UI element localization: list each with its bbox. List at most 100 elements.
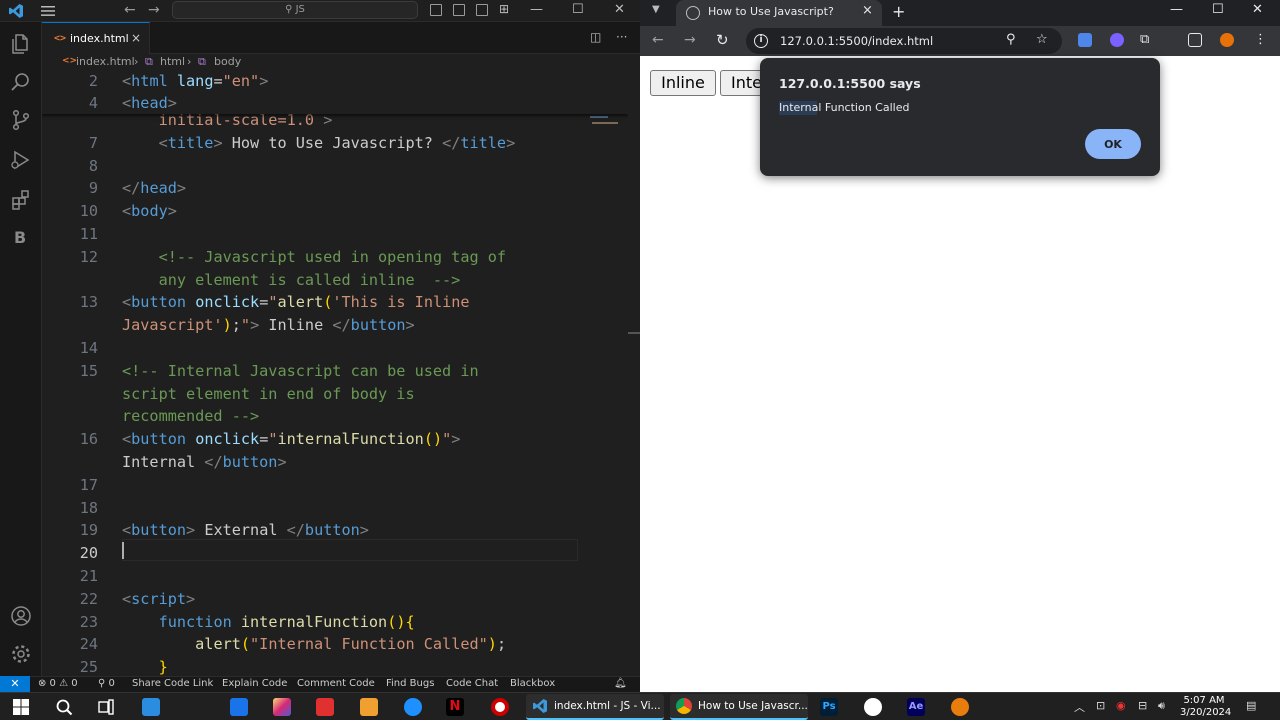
code-line[interactable]: 20 bbox=[42, 542, 628, 564]
run-debug-icon[interactable] bbox=[9, 148, 33, 172]
notification-center-icon[interactable]: ▤ bbox=[1246, 699, 1256, 712]
code-line[interactable]: script element in end of body is bbox=[42, 383, 628, 405]
photoshop-icon[interactable]: Ps bbox=[820, 698, 838, 716]
search-icon[interactable] bbox=[55, 698, 73, 716]
code-line[interactable]: 17 bbox=[42, 474, 628, 496]
unreal-engine-icon[interactable] bbox=[864, 698, 882, 716]
forward-arrow-icon[interactable]: → bbox=[148, 2, 160, 18]
extension-discord-icon[interactable] bbox=[1110, 33, 1124, 47]
pdf-reader-icon[interactable] bbox=[316, 698, 334, 716]
internal-button[interactable]: Inte bbox=[720, 70, 764, 96]
maximize-icon[interactable]: ☐ bbox=[1212, 2, 1224, 17]
new-tab-plus-icon[interactable]: + bbox=[892, 2, 905, 21]
command-center-search[interactable]: ⚲ JS bbox=[172, 1, 418, 19]
network-icon[interactable]: ⊟ bbox=[1138, 699, 1147, 712]
code-line[interactable]: Javascript');"> Inline </button> bbox=[42, 314, 628, 336]
maximize-icon[interactable]: ☐ bbox=[572, 2, 584, 17]
code-line[interactable]: 24 alert("Internal Function Called"); bbox=[42, 633, 628, 655]
customize-layout-icon[interactable]: ⊞ bbox=[499, 2, 509, 16]
chrome-menu-kebab-icon[interactable]: ⋮ bbox=[1254, 32, 1267, 47]
after-effects-icon[interactable]: Ae bbox=[907, 698, 925, 716]
settings-gear-icon[interactable] bbox=[9, 642, 33, 666]
extension-docs-icon[interactable] bbox=[1078, 33, 1092, 47]
account-icon[interactable] bbox=[9, 604, 33, 628]
xampp-icon[interactable] bbox=[360, 698, 378, 716]
taskbar-app-chrome[interactable]: How to Use Javascr... bbox=[670, 694, 808, 720]
zoom-icon[interactable]: ⚲ bbox=[1006, 32, 1016, 47]
tray-overflow-chevron-icon[interactable]: ︿ bbox=[1074, 699, 1085, 715]
blender-icon[interactable] bbox=[951, 698, 969, 716]
status-share-code-link[interactable]: Share Code Link bbox=[132, 678, 213, 689]
code-line[interactable]: 16 <button onclick="internalFunction()"> bbox=[42, 428, 628, 450]
minimize-icon[interactable]: — bbox=[1170, 2, 1183, 17]
site-info-icon[interactable]: i bbox=[754, 34, 768, 48]
chrome-tab-active[interactable]: How to Use Javascript? × bbox=[676, 0, 882, 26]
more-actions-icon[interactable]: ··· bbox=[616, 30, 627, 44]
ports-indicator[interactable]: ⚲ 0 bbox=[98, 678, 115, 689]
tab-index-html[interactable]: <> index.html × bbox=[42, 22, 150, 54]
recorder-icon[interactable] bbox=[491, 698, 509, 716]
forward-arrow-icon[interactable]: → bbox=[684, 32, 696, 48]
mail-icon[interactable] bbox=[230, 698, 248, 716]
code-line[interactable]: 11 bbox=[42, 223, 628, 245]
toggle-secondary-sidebar-icon[interactable] bbox=[476, 4, 488, 16]
code-line[interactable]: 13 <button onclick="alert('This is Inline bbox=[42, 291, 628, 313]
netflix-icon[interactable]: N bbox=[446, 698, 464, 716]
toggle-sidebar-icon[interactable] bbox=[430, 4, 442, 16]
status-blackbox[interactable]: Blackbox bbox=[510, 678, 555, 689]
close-tab-icon[interactable]: × bbox=[862, 3, 873, 18]
microsoft-store-icon[interactable] bbox=[142, 698, 160, 716]
code-line[interactable]: 14 bbox=[42, 337, 628, 359]
status-code-chat[interactable]: Code Chat bbox=[446, 678, 498, 689]
task-view-icon[interactable] bbox=[97, 698, 115, 716]
tray-record-icon[interactable]: ◉ bbox=[1116, 699, 1126, 712]
close-window-icon[interactable]: ✕ bbox=[614, 2, 625, 17]
edge-browser-icon[interactable] bbox=[404, 698, 422, 716]
code-editor[interactable]: initial-scale=1.0 >7 <title> How to Use … bbox=[42, 70, 628, 676]
instagram-icon[interactable] bbox=[273, 698, 291, 716]
code-line[interactable]: 22 <script> bbox=[42, 588, 628, 610]
code-line[interactable]: 4 <head> bbox=[42, 92, 628, 114]
toggle-panel-icon[interactable] bbox=[453, 4, 465, 16]
back-arrow-icon[interactable]: ← bbox=[652, 32, 664, 48]
editor-scrollbar[interactable] bbox=[628, 70, 640, 676]
code-line[interactable]: recommended --> bbox=[42, 405, 628, 427]
scrollbar-thumb[interactable] bbox=[628, 332, 640, 334]
extensions-icon[interactable] bbox=[9, 188, 33, 212]
close-tab-icon[interactable]: × bbox=[131, 31, 141, 45]
notifications-bell-icon[interactable]: 🔔︎ bbox=[614, 678, 627, 689]
ok-button[interactable]: OK bbox=[1085, 129, 1141, 159]
status-find-bugs[interactable]: Find Bugs bbox=[386, 678, 434, 689]
code-line[interactable]: 25 } bbox=[42, 656, 628, 676]
status-explain-code[interactable]: Explain Code bbox=[222, 678, 287, 689]
source-control-icon[interactable] bbox=[9, 108, 33, 132]
breadcrumb-body[interactable]: body bbox=[214, 55, 241, 68]
extensions-puzzle-icon[interactable]: ⧉ bbox=[1140, 32, 1149, 47]
minimize-icon[interactable]: — bbox=[530, 2, 543, 17]
split-editor-icon[interactable]: ◫ bbox=[590, 30, 601, 44]
code-line[interactable]: 2 <html lang="en"> bbox=[42, 70, 628, 92]
code-line[interactable]: any element is called inline --> bbox=[42, 269, 628, 291]
sticky-scroll-header[interactable]: 2 <html lang="en"> 4 <head> bbox=[42, 70, 628, 114]
profile-avatar-icon[interactable] bbox=[1220, 33, 1234, 47]
explorer-icon[interactable] bbox=[9, 32, 33, 56]
inline-button[interactable]: Inline bbox=[650, 70, 716, 96]
address-bar[interactable]: i 127.0.0.1:5500/index.html ⚲ ☆ bbox=[746, 28, 1062, 54]
hamburger-menu-icon[interactable] bbox=[40, 4, 56, 18]
clock[interactable]: 5:07 AM 3/20/2024 bbox=[1180, 695, 1231, 719]
search-icon[interactable] bbox=[9, 70, 33, 94]
code-line[interactable]: 15 <!-- Internal Javascript can be used i… bbox=[42, 360, 628, 382]
volume-icon[interactable]: 🔊︎ bbox=[1158, 699, 1165, 713]
code-line[interactable]: 9 </head> bbox=[42, 177, 628, 199]
reload-icon[interactable]: ↻ bbox=[716, 31, 729, 49]
code-line[interactable]: 12 <!-- Javascript used in opening tag o… bbox=[42, 246, 628, 268]
blackbox-extension-icon[interactable]: B bbox=[14, 228, 26, 247]
close-window-icon[interactable]: ✕ bbox=[1252, 2, 1263, 17]
code-line[interactable]: 18 bbox=[42, 497, 628, 519]
code-line[interactable]: 21 bbox=[42, 565, 628, 587]
breadcrumb-html[interactable]: html bbox=[160, 55, 185, 68]
code-line[interactable]: 19 <button> External </button> bbox=[42, 519, 628, 541]
code-line[interactable]: 23 function internalFunction(){ bbox=[42, 611, 628, 633]
code-line[interactable]: Internal </button> bbox=[42, 451, 628, 473]
tray-app-icon[interactable]: ⊡ bbox=[1096, 699, 1105, 712]
